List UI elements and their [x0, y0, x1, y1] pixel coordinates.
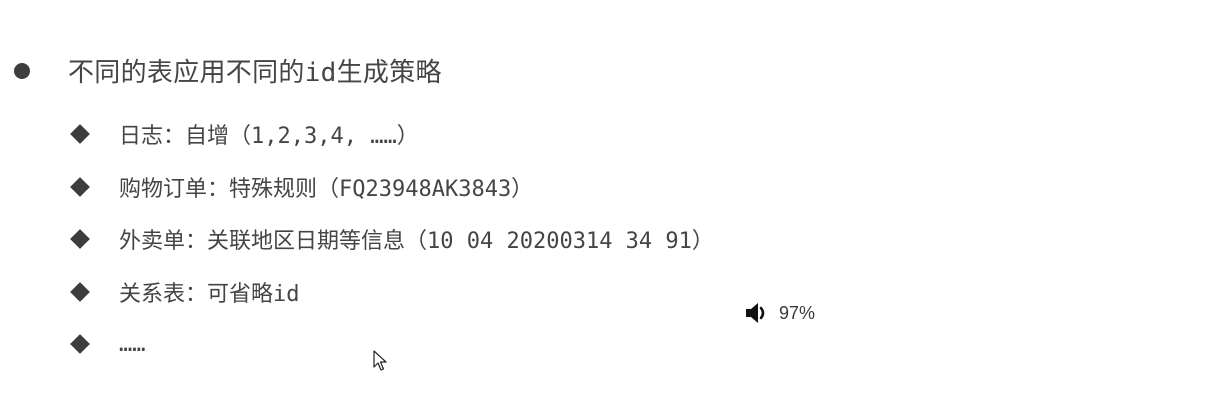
diamond-bullet-icon: [68, 175, 92, 199]
mouse-pointer-icon: [373, 350, 387, 376]
diamond-bullet-icon: [68, 332, 92, 356]
diamond-bullet-icon: [68, 280, 92, 304]
sub-point-item: 外卖单：关联地区日期等信息（10 04 20200314 34 91）: [68, 213, 714, 266]
sub-point-text: 关系表：可省略id: [119, 281, 300, 307]
main-point-text: 不同的表应用不同的id生成策略: [68, 58, 442, 88]
slide: 不同的表应用不同的id生成策略 日志：自增（1,2,3,4, ……） 购物订单：…: [0, 0, 1220, 413]
sub-point-text: ……: [119, 331, 146, 357]
diamond-bullet-icon: [68, 122, 92, 146]
volume-indicator: 97%: [744, 301, 815, 325]
sub-point-item: 关系表：可省略id: [68, 266, 714, 319]
main-bullet-item: 不同的表应用不同的id生成策略: [14, 52, 442, 89]
sub-point-text: 外卖单：关联地区日期等信息（10 04 20200314 34 91）: [119, 229, 714, 255]
sub-point-item: 日志：自增（1,2,3,4, ……）: [68, 108, 714, 161]
sub-point-item: ……: [68, 318, 714, 371]
speaker-volume-icon: [746, 303, 765, 323]
volume-percent: 97%: [779, 302, 816, 323]
sub-point-list: 日志：自增（1,2,3,4, ……） 购物订单：特殊规则（FQ23948AK38…: [68, 108, 714, 371]
sub-point-text: 日志：自增（1,2,3,4, ……）: [119, 124, 419, 150]
round-bullet-icon: [14, 62, 30, 79]
sub-point-text: 购物订单：特殊规则（FQ23948AK3843）: [119, 176, 534, 202]
diamond-bullet-icon: [68, 227, 92, 251]
sub-point-item: 购物订单：特殊规则（FQ23948AK3843）: [68, 161, 714, 214]
